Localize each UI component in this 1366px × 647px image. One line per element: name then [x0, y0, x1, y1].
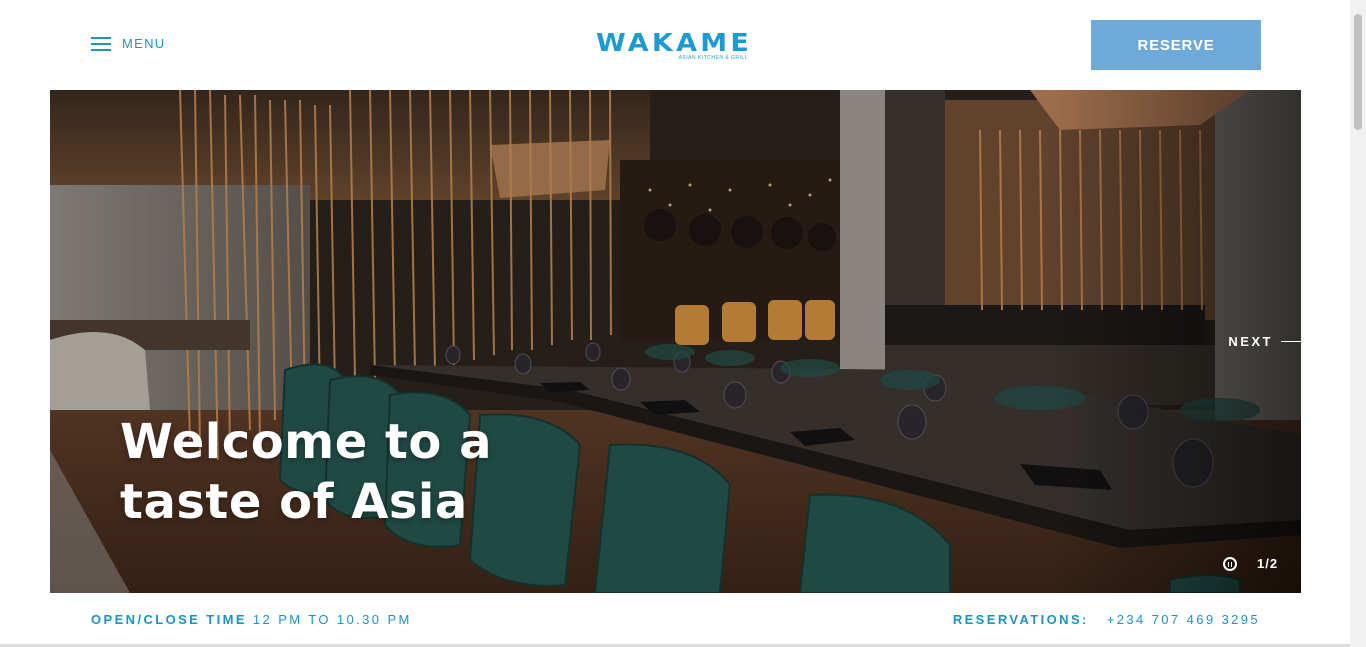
reservations-label: RESERVATIONS: — [952, 612, 1089, 627]
reservations-phone-link[interactable]: +234 707 469 3295 — [1107, 612, 1260, 627]
hero-title-line-1: Welcome to a — [120, 414, 492, 470]
hero-title: Welcome to a taste of Asia — [120, 412, 640, 532]
logo[interactable]: WAKAME ASIAN KITCHEN & GRILL — [596, 30, 750, 66]
slide-counter: 1/2 — [1257, 556, 1279, 571]
reserve-button[interactable]: RESERVE — [1091, 20, 1261, 70]
menu-button[interactable]: MENU — [91, 36, 165, 51]
hours-label: OPEN/CLOSE TIME — [91, 612, 247, 627]
hero-slideshow: Welcome to a taste of Asia NEXT 1/2 — [50, 90, 1301, 593]
scrollbar-thumb[interactable] — [1354, 14, 1362, 130]
menu-label: MENU — [122, 36, 166, 51]
hero-title-line-2: taste of Asia — [120, 474, 468, 530]
next-line-icon — [1281, 341, 1301, 342]
hamburger-icon[interactable] — [91, 36, 111, 51]
reservations-info: RESERVATIONS: +234 707 469 3295 — [953, 612, 1260, 627]
pause-icon[interactable] — [1223, 557, 1237, 571]
opening-hours: OPEN/CLOSE TIME 12 PM TO 10.30 PM — [91, 612, 412, 627]
logo-wordmark: WAKAME — [595, 28, 753, 57]
page: MENU WAKAME ASIAN KITCHEN & GRILL RESERV… — [0, 0, 1366, 647]
hours-value: 12 PM TO 10.30 PM — [252, 612, 412, 627]
next-slide-button[interactable]: NEXT — [1228, 334, 1301, 349]
next-label: NEXT — [1228, 334, 1273, 349]
scrollbar[interactable] — [1350, 0, 1366, 647]
